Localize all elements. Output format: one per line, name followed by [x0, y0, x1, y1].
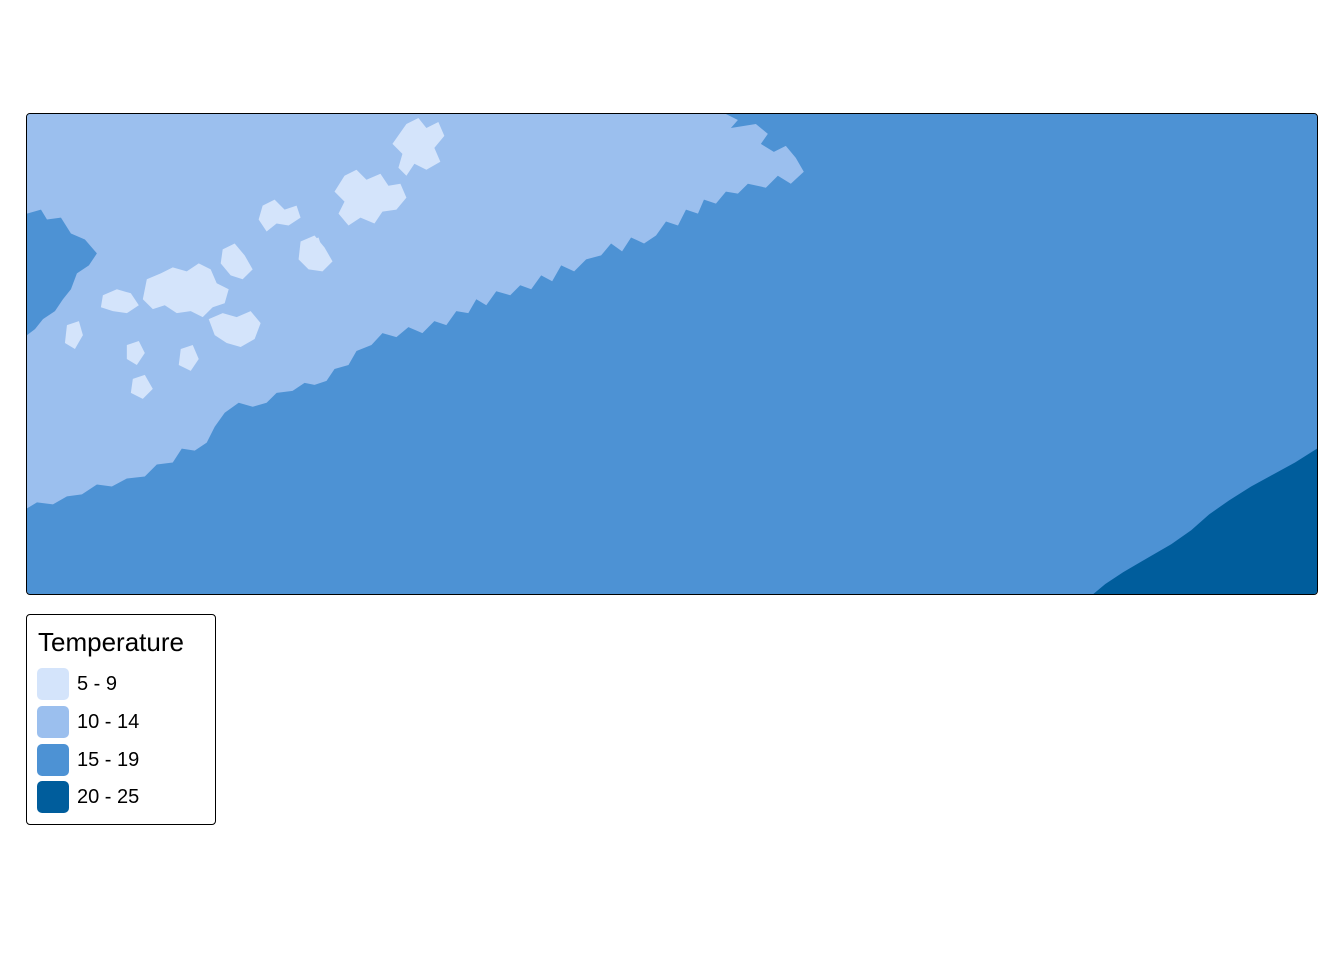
temperature-map [26, 113, 1318, 595]
legend-label: 5 - 9 [77, 672, 118, 695]
legend-swatch [37, 668, 69, 700]
legend-label: 10 - 14 [77, 710, 140, 733]
legend-swatch [37, 781, 69, 813]
legend-label: 20 - 25 [77, 785, 140, 808]
legend-label: 15 - 19 [77, 748, 140, 771]
temperature-raster [27, 114, 1317, 594]
map-legend: Temperature 5 - 9 10 - 14 15 - 19 20 - 2… [26, 614, 216, 825]
legend-item-5-9: 5 - 9 [37, 668, 117, 700]
legend-item-10-14: 10 - 14 [37, 706, 139, 738]
legend-item-15-19: 15 - 19 [37, 744, 139, 776]
legend-swatch [37, 706, 69, 738]
legend-title: Temperature [38, 627, 184, 657]
legend-item-20-25: 20 - 25 [37, 781, 139, 813]
legend-swatch [37, 744, 69, 776]
